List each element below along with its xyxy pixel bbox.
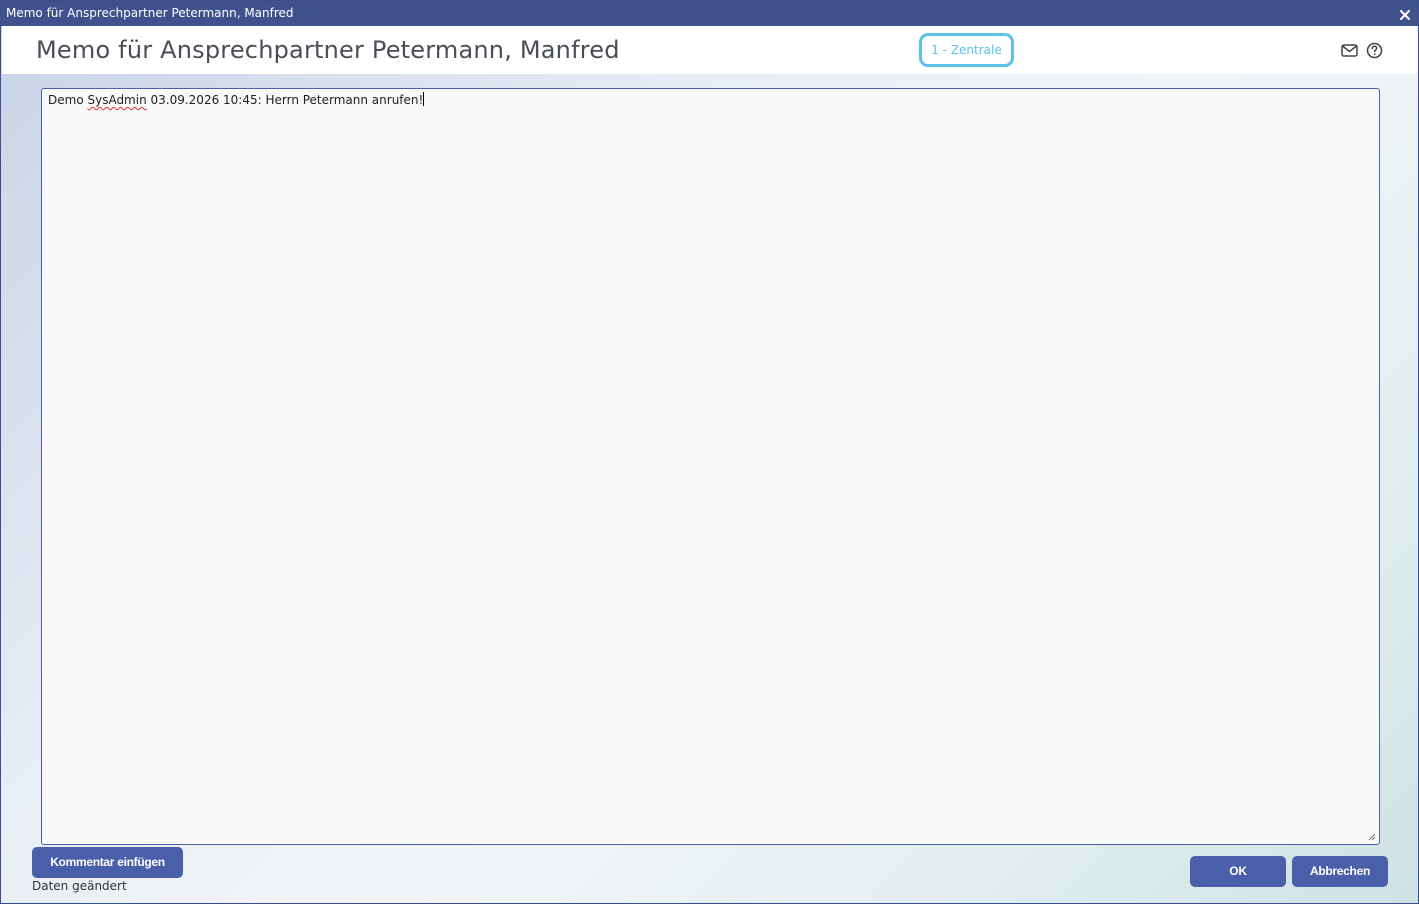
close-button[interactable] — [1396, 1, 1414, 26]
text-caret — [423, 92, 425, 106]
memo-prefix: Demo — [48, 93, 88, 107]
dialog-header: Memo für Ansprechpartner Petermann, Manf… — [2, 26, 1417, 74]
title-bar[interactable]: Memo für Ansprechpartner Petermann, Manf… — [1, 1, 1418, 26]
memo-dialog-window: Memo für Ansprechpartner Petermann, Manf… — [0, 0, 1419, 904]
location-badge[interactable]: 1 - Zentrale — [919, 33, 1014, 67]
close-icon — [1400, 10, 1410, 20]
cancel-button[interactable]: Abbrechen — [1292, 856, 1388, 887]
help-icon[interactable] — [1365, 41, 1383, 59]
resize-grip-icon[interactable] — [1368, 833, 1376, 841]
mail-icon[interactable] — [1340, 41, 1358, 59]
page-title: Memo für Ansprechpartner Petermann, Manf… — [36, 36, 620, 64]
window-title: Memo für Ansprechpartner Petermann, Manf… — [6, 6, 294, 20]
memo-textarea[interactable]: Demo SysAdmin 03.09.2026 10:45: Herrn Pe… — [41, 88, 1380, 845]
memo-suffix: 03.09.2026 10:45: Herrn Petermann anrufe… — [146, 93, 424, 107]
insert-comment-button[interactable]: Kommentar einfügen — [32, 847, 183, 878]
ok-button[interactable]: OK — [1190, 856, 1286, 887]
status-text: Daten geändert — [32, 879, 127, 893]
insert-comment-label: Kommentar einfügen — [50, 855, 165, 869]
memo-misspelled-word: SysAdmin — [87, 93, 147, 107]
memo-text: Demo SysAdmin 03.09.2026 10:45: Herrn Pe… — [48, 92, 1373, 107]
